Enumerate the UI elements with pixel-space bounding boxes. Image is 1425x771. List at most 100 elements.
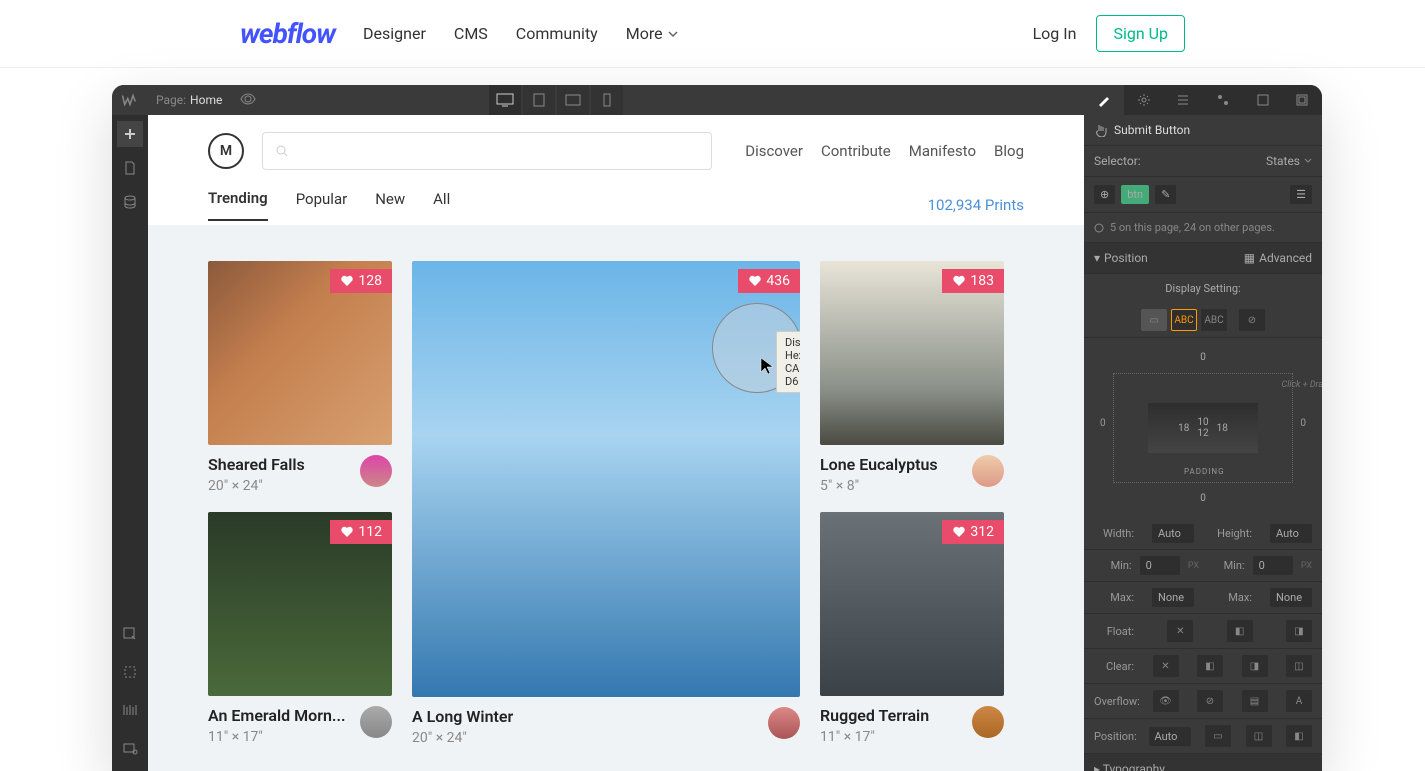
pos-opt-3[interactable]: ◧ bbox=[1286, 725, 1312, 747]
avatar[interactable] bbox=[360, 706, 392, 738]
position-input[interactable]: Auto bbox=[1149, 727, 1191, 746]
padding-left[interactable]: 18 bbox=[1178, 423, 1189, 434]
padding-right[interactable]: 18 bbox=[1217, 423, 1228, 434]
float-none[interactable]: ✕ bbox=[1167, 620, 1193, 642]
max-height-input[interactable]: None bbox=[1270, 588, 1312, 607]
float-right[interactable]: ◨ bbox=[1286, 620, 1312, 642]
nav-cms[interactable]: CMS bbox=[454, 24, 488, 43]
tab-all[interactable]: All bbox=[433, 190, 450, 220]
nav-contribute[interactable]: Contribute bbox=[821, 142, 891, 160]
card-image[interactable]: 436 Display Hex CA CF D6 bbox=[412, 261, 800, 697]
pos-opt-1[interactable]: ▭ bbox=[1205, 725, 1231, 747]
cms-icon[interactable] bbox=[117, 189, 143, 215]
clear-right[interactable]: ◨ bbox=[1242, 655, 1268, 677]
card-image[interactable]: 183 bbox=[820, 261, 1004, 445]
webflow-logo[interactable]: webflow bbox=[240, 17, 335, 50]
nav-discover[interactable]: Discover bbox=[745, 142, 803, 160]
clear-both[interactable]: ◫ bbox=[1286, 655, 1312, 677]
card-image[interactable]: 312 bbox=[820, 512, 1004, 696]
card-title[interactable]: Lone Eucalyptus bbox=[820, 455, 938, 474]
tool-1-icon[interactable] bbox=[117, 621, 143, 647]
min-width-input[interactable]: 0 bbox=[1140, 556, 1180, 575]
tool-4-icon[interactable] bbox=[117, 735, 143, 761]
add-element-button[interactable] bbox=[117, 121, 143, 147]
height-input[interactable]: Auto bbox=[1270, 524, 1312, 543]
pages-icon[interactable] bbox=[117, 155, 143, 181]
typography-section[interactable]: ▸ Typography bbox=[1084, 754, 1322, 771]
device-tablet-landscape[interactable] bbox=[557, 85, 589, 115]
position-section[interactable]: ▾ Position ▦ Advanced bbox=[1084, 243, 1322, 274]
margin-top[interactable]: 0 bbox=[1200, 352, 1206, 363]
tab-popular[interactable]: Popular bbox=[296, 190, 348, 220]
like-badge[interactable]: 128 bbox=[330, 269, 392, 293]
display-block[interactable]: ▭ bbox=[1141, 309, 1167, 331]
avatar[interactable] bbox=[972, 706, 1004, 738]
card-title[interactable]: Sheared Falls bbox=[208, 455, 305, 474]
preview-icon[interactable] bbox=[240, 91, 256, 110]
card-image[interactable]: 112 bbox=[208, 512, 392, 696]
selector-input[interactable]: ⊕ btn ✎ ☰ bbox=[1084, 177, 1322, 213]
nav-designer[interactable]: Designer bbox=[363, 24, 426, 43]
clear-none[interactable]: ✕ bbox=[1153, 655, 1179, 677]
edit-icon[interactable]: ✎ bbox=[1155, 185, 1176, 204]
max-width-input[interactable]: None bbox=[1152, 588, 1194, 607]
device-desktop[interactable] bbox=[489, 85, 521, 115]
padding-bottom[interactable]: 12 bbox=[1197, 428, 1208, 439]
nav-community[interactable]: Community bbox=[516, 24, 598, 43]
like-badge[interactable]: 312 bbox=[942, 520, 1004, 544]
tool-2-icon[interactable] bbox=[117, 659, 143, 685]
card-title[interactable]: An Emerald Morn... bbox=[208, 706, 346, 725]
margin-right[interactable]: 0 bbox=[1300, 418, 1306, 429]
interactions-tab[interactable] bbox=[1203, 85, 1243, 115]
device-mobile[interactable] bbox=[591, 85, 623, 115]
avatar[interactable] bbox=[972, 455, 1004, 487]
width-input[interactable]: Auto bbox=[1152, 524, 1194, 543]
float-left[interactable]: ◧ bbox=[1227, 620, 1253, 642]
selector-chip[interactable]: btn bbox=[1121, 185, 1149, 204]
tool-3-icon[interactable] bbox=[117, 697, 143, 723]
search-input[interactable] bbox=[262, 132, 712, 170]
box-model[interactable]: 0 0 0 Click + Drag 18 10 12 18 PADDING 0 bbox=[1084, 338, 1322, 518]
display-inline-block[interactable]: ABC bbox=[1171, 309, 1197, 331]
clear-left[interactable]: ◧ bbox=[1197, 655, 1223, 677]
page-name[interactable]: Home bbox=[190, 93, 222, 107]
nav-more[interactable]: More bbox=[626, 24, 679, 43]
assets-tab[interactable] bbox=[1243, 85, 1283, 115]
display-inline[interactable]: ABC bbox=[1201, 309, 1227, 331]
pos-opt-2[interactable]: ◫ bbox=[1246, 725, 1272, 747]
avatar[interactable] bbox=[360, 455, 392, 487]
device-switcher bbox=[489, 85, 623, 115]
webflow-w-icon[interactable] bbox=[121, 91, 139, 109]
tab-new[interactable]: New bbox=[375, 190, 405, 220]
avatar[interactable] bbox=[768, 707, 800, 739]
settings-tab[interactable] bbox=[1124, 85, 1164, 115]
brand-logo[interactable]: M bbox=[208, 133, 244, 169]
style-tab[interactable] bbox=[1084, 85, 1124, 115]
tab-trending[interactable]: Trending bbox=[208, 189, 268, 221]
navigator-tab[interactable] bbox=[1163, 85, 1203, 115]
card-title[interactable]: A Long Winter bbox=[412, 707, 513, 726]
signup-button[interactable]: Sign Up bbox=[1096, 15, 1185, 52]
device-tablet[interactable] bbox=[523, 85, 555, 115]
margin-bottom[interactable]: 0 bbox=[1200, 493, 1206, 504]
margin-left[interactable]: 0 bbox=[1100, 418, 1106, 429]
like-badge[interactable]: 183 bbox=[942, 269, 1004, 293]
login-link[interactable]: Log In bbox=[1033, 24, 1077, 43]
display-none[interactable]: ⊘ bbox=[1239, 309, 1265, 331]
card-image[interactable]: 128 bbox=[208, 261, 392, 445]
card-title[interactable]: Rugged Terrain bbox=[820, 706, 929, 725]
overflow-scroll[interactable]: ▤ bbox=[1242, 690, 1268, 712]
nav-manifesto[interactable]: Manifesto bbox=[909, 142, 976, 160]
pages-tab[interactable] bbox=[1282, 85, 1322, 115]
list-icon[interactable]: ☰ bbox=[1290, 185, 1312, 204]
like-badge[interactable]: 112 bbox=[330, 520, 392, 544]
overflow-auto[interactable]: A bbox=[1286, 690, 1312, 712]
like-badge[interactable]: 436 bbox=[738, 269, 800, 293]
min-height-input[interactable]: 0 bbox=[1253, 556, 1293, 575]
overflow-visible[interactable]: 👁 bbox=[1153, 690, 1179, 712]
padding-top[interactable]: 10 bbox=[1197, 417, 1208, 428]
overflow-hidden[interactable]: ⊘ bbox=[1197, 690, 1223, 712]
nav-blog[interactable]: Blog bbox=[994, 142, 1024, 160]
states-dropdown[interactable]: States bbox=[1266, 154, 1312, 168]
prints-count: 102,934 Prints bbox=[928, 196, 1024, 214]
